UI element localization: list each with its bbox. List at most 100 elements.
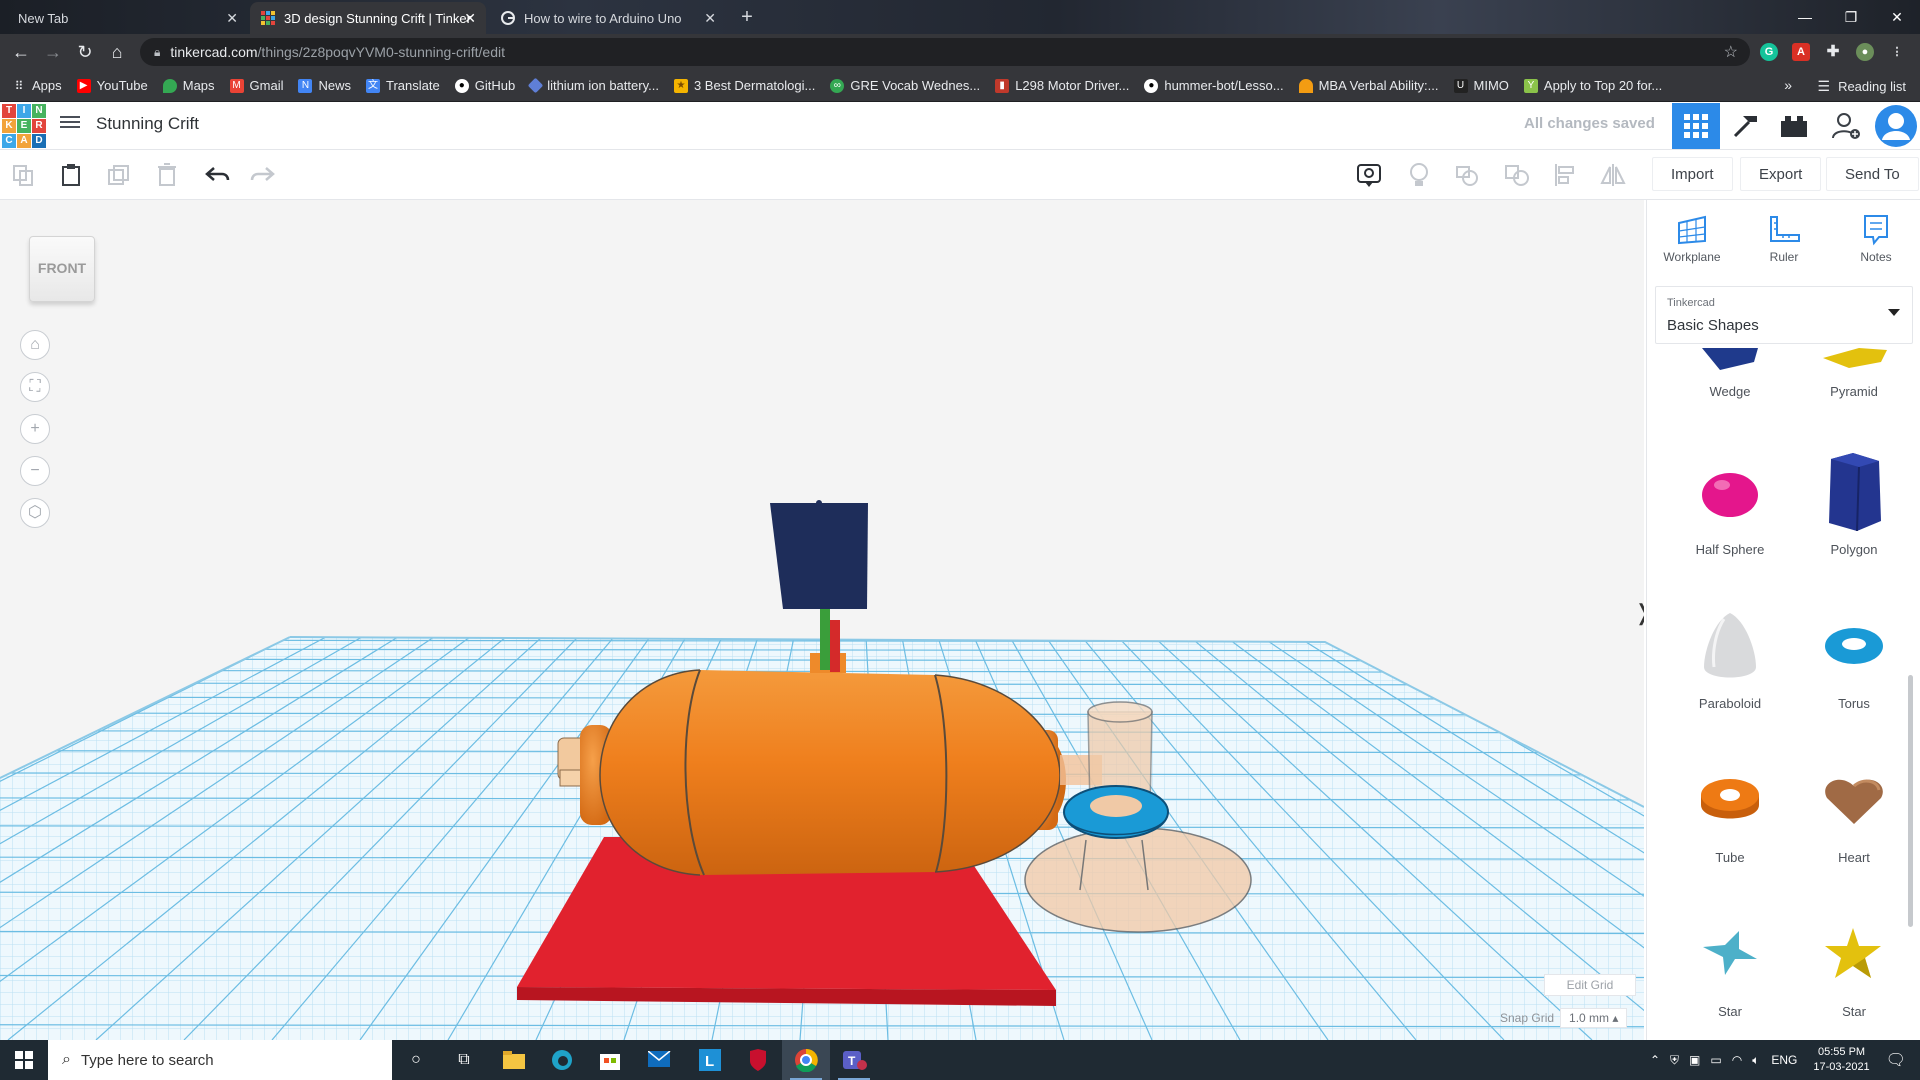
edge-icon[interactable]: [538, 1040, 586, 1080]
delete-button[interactable]: [154, 162, 180, 188]
redo-button[interactable]: [250, 162, 276, 188]
undo-button[interactable]: [204, 162, 230, 188]
grammarly-extension-icon[interactable]: G: [1760, 43, 1778, 61]
panel-scrollbar[interactable]: [1908, 675, 1913, 927]
tab-tinkercad[interactable]: 3D design Stunning Crift | Tinker ✕: [250, 2, 486, 34]
bookmark-mba[interactable]: MBA Verbal Ability:...: [1298, 78, 1439, 93]
task-view-icon[interactable]: ⧉: [440, 1040, 488, 1080]
bookmark-mimo[interactable]: U MIMO: [1453, 78, 1509, 93]
reading-list-button[interactable]: ☰ Reading list: [1818, 78, 1907, 95]
url-field[interactable]: 🔒︎ tinkercad.com/things/2z8poqvYVM0-stun…: [140, 38, 1750, 66]
close-window-button[interactable]: ✕: [1874, 4, 1920, 30]
paste-button[interactable]: [58, 162, 84, 188]
new-tab-button[interactable]: +: [734, 6, 760, 30]
language-indicator[interactable]: ENG: [1771, 1053, 1797, 1067]
close-icon[interactable]: ✕: [464, 10, 476, 27]
zoom-in-icon[interactable]: +: [20, 414, 50, 444]
import-button[interactable]: Import: [1652, 157, 1733, 191]
snap-grid-control[interactable]: Snap Grid 1.0 mm ▴: [1500, 1008, 1628, 1028]
browser-menu-icon[interactable]: ⋮: [1888, 43, 1906, 61]
teams-icon[interactable]: T: [830, 1040, 878, 1080]
shape-torus[interactable]: Torus: [1799, 596, 1909, 711]
tinkercad-logo[interactable]: T I N K E R C A D: [2, 104, 46, 148]
shape-polygon[interactable]: Polygon: [1799, 442, 1909, 557]
3d-view-button[interactable]: [1672, 103, 1720, 149]
shape-star-gold[interactable]: Star: [1799, 904, 1909, 1019]
shape-library-select[interactable]: Tinkercad Basic Shapes: [1655, 286, 1913, 344]
snap-grid-select[interactable]: 1.0 mm ▴: [1560, 1008, 1628, 1028]
tray-overflow-icon[interactable]: ⌃: [1650, 1053, 1660, 1067]
bookmark-l298[interactable]: ▮ L298 Motor Driver...: [995, 78, 1129, 93]
app-l-icon[interactable]: L: [686, 1040, 734, 1080]
close-icon[interactable]: ✕: [704, 10, 716, 27]
restore-button[interactable]: ❐: [1828, 4, 1874, 30]
battery-icon[interactable]: ▭: [1710, 1053, 1721, 1067]
ungroup-button[interactable]: [1504, 162, 1530, 188]
mcafee-icon[interactable]: [734, 1040, 782, 1080]
bookmark-lithium[interactable]: lithium ion battery...: [527, 77, 659, 94]
start-button[interactable]: [0, 1040, 48, 1080]
notes-button[interactable]: Notes: [1841, 210, 1911, 264]
antivirus-tray-icon[interactable]: ⛨: [1670, 1053, 1679, 1068]
shape-star-teal[interactable]: Star: [1675, 904, 1785, 1019]
view-cube[interactable]: FRONT: [29, 236, 95, 302]
forward-button[interactable]: →: [40, 40, 66, 64]
group-button[interactable]: [1454, 162, 1480, 188]
design-title[interactable]: Stunning Crift: [96, 114, 199, 134]
user-avatar[interactable]: [1872, 103, 1920, 149]
bookmark-news[interactable]: N News: [298, 78, 351, 93]
bookmark-gmail[interactable]: M Gmail: [229, 78, 283, 93]
bookmark-maps[interactable]: Maps: [162, 78, 215, 93]
store-icon[interactable]: [586, 1040, 634, 1080]
panel-collapse-icon[interactable]: ❭: [1634, 600, 1644, 640]
bookmark-hummer[interactable]: ● hummer-bot/Lesso...: [1144, 78, 1284, 93]
shape-paraboloid[interactable]: Paraboloid: [1675, 596, 1785, 711]
bookmark-gre[interactable]: ∞ GRE Vocab Wednes...: [830, 78, 980, 93]
display-tray-icon[interactable]: ▣: [1689, 1053, 1700, 1067]
copy-button[interactable]: [10, 162, 36, 188]
zoom-out-icon[interactable]: −: [20, 456, 50, 486]
bookmark-apply[interactable]: Y Apply to Top 20 for...: [1523, 78, 1662, 93]
home-view-icon[interactable]: ⌂: [20, 330, 50, 360]
shape-heart[interactable]: Heart: [1799, 750, 1909, 865]
shape-wedge[interactable]: Wedge: [1675, 348, 1785, 399]
wifi-icon[interactable]: ◠: [1732, 1053, 1742, 1067]
bookmark-apps[interactable]: ⠿ Apps: [12, 78, 62, 93]
minimize-button[interactable]: —: [1782, 4, 1828, 30]
duplicate-button[interactable]: [106, 162, 132, 188]
send-to-button[interactable]: Send To: [1826, 157, 1919, 191]
orthographic-toggle-icon[interactable]: ⬡: [20, 498, 50, 528]
ruler-button[interactable]: Ruler: [1749, 210, 1819, 264]
workplane-button[interactable]: Workplane: [1657, 210, 1727, 264]
export-button[interactable]: Export: [1740, 157, 1822, 191]
add-user-button[interactable]: [1822, 103, 1870, 149]
pdf-extension-icon[interactable]: A: [1792, 43, 1810, 61]
mail-icon[interactable]: [636, 1040, 684, 1080]
bricks-button[interactable]: [1770, 103, 1818, 149]
extensions-puzzle-icon[interactable]: ✚: [1824, 43, 1842, 61]
bookmarks-overflow-button[interactable]: »: [1784, 77, 1792, 93]
blocks-hammer-button[interactable]: [1722, 103, 1770, 149]
taskbar-search-field[interactable]: ⌕ Type here to search: [48, 1040, 392, 1080]
profile-avatar[interactable]: ●: [1856, 43, 1874, 61]
show-all-button[interactable]: [1356, 162, 1382, 188]
shape-pyramid[interactable]: Pyramid: [1799, 348, 1909, 399]
blue-torus-shape[interactable]: [1063, 785, 1169, 839]
bookmark-star-icon[interactable]: ☆: [1724, 42, 1738, 62]
bookmark-github[interactable]: ● GitHub: [454, 78, 515, 93]
fit-view-icon[interactable]: ⛶: [20, 372, 50, 402]
notifications-icon[interactable]: 🗨︎: [1886, 1050, 1906, 1070]
hole-ellipse-shape[interactable]: [1024, 827, 1252, 933]
mirror-button[interactable]: [1600, 162, 1626, 188]
orange-capsule-shape[interactable]: [599, 669, 1066, 876]
reload-button[interactable]: ↻: [72, 40, 98, 64]
file-explorer-icon[interactable]: [490, 1040, 538, 1080]
align-button[interactable]: [1552, 162, 1578, 188]
tab-new-tab[interactable]: New Tab ✕: [8, 2, 248, 34]
3d-viewport[interactable]: FRONT ⌂ ⛶ + − ⬡ ❭ Edit Grid Snap Grid 1.…: [0, 200, 1644, 1040]
shape-tube[interactable]: Tube: [1675, 750, 1785, 865]
cortana-icon[interactable]: ○: [392, 1040, 440, 1080]
bookmark-dermatologist[interactable]: ★ 3 Best Dermatologi...: [673, 78, 815, 93]
design-menu-icon[interactable]: [60, 116, 80, 134]
shape-half-sphere[interactable]: Half Sphere: [1675, 442, 1785, 557]
